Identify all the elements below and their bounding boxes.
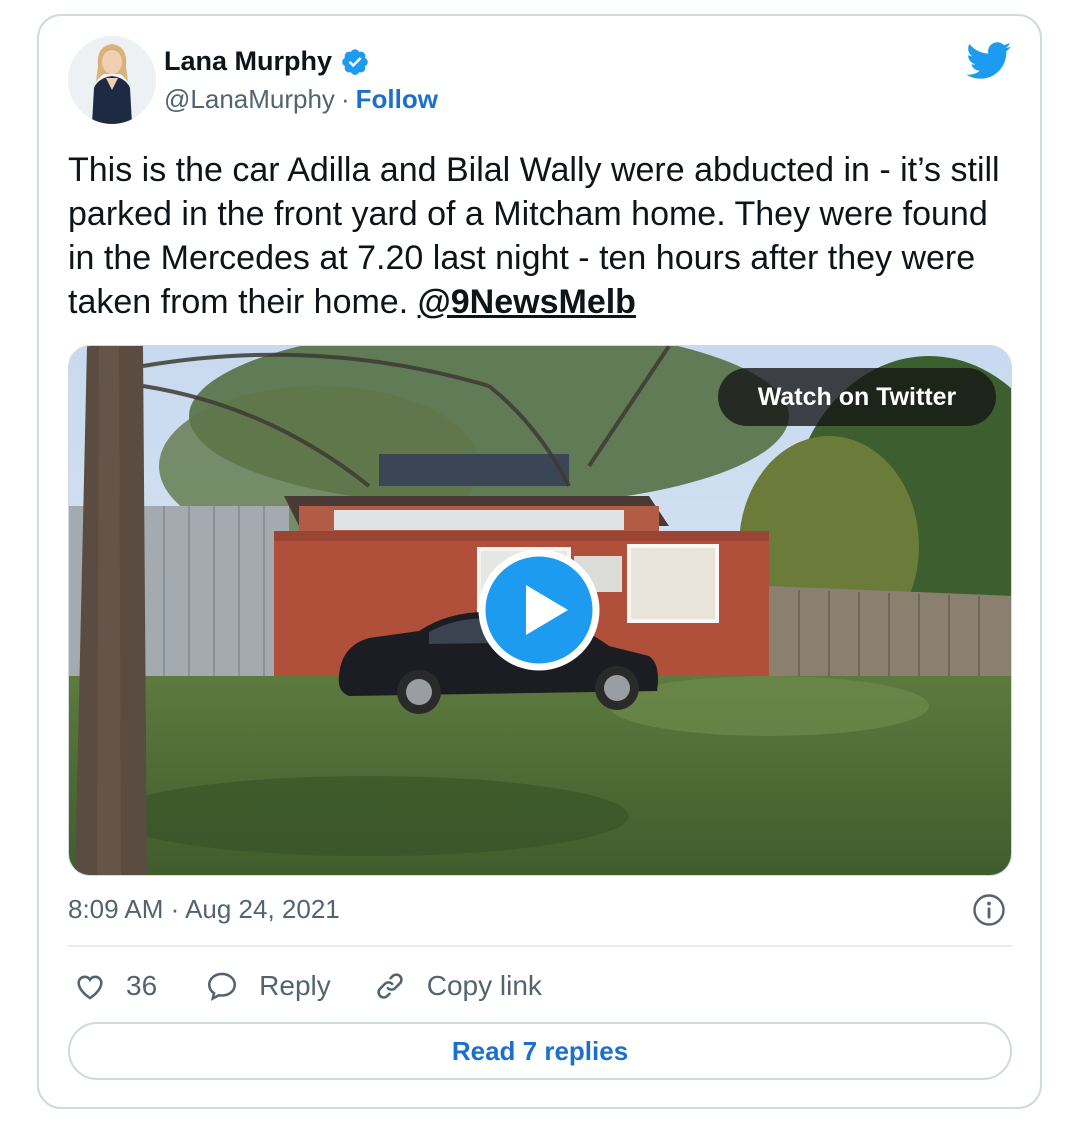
- tweet-text: This is the car Adilla and Bilal Wally w…: [68, 148, 1013, 324]
- watch-on-twitter-button[interactable]: Watch on Twitter: [718, 368, 996, 426]
- handle-separator: ·: [340, 84, 350, 114]
- tweet-timestamp[interactable]: 8:09 AM · Aug 24, 2021: [68, 894, 340, 925]
- avatar[interactable]: [68, 36, 156, 124]
- avatar-image: [68, 36, 156, 124]
- tweet-actions: 36 Reply Copy link: [72, 966, 542, 1006]
- verified-badge-icon: [342, 48, 368, 75]
- mention-link[interactable]: @9NewsMelb: [418, 283, 636, 321]
- link-icon: [377, 973, 403, 999]
- heart-icon: [77, 975, 103, 1000]
- reply-label: Reply: [259, 970, 331, 1001]
- follow-button[interactable]: Follow: [356, 84, 438, 115]
- author-name-row: Lana Murphy: [164, 46, 370, 77]
- author-name[interactable]: Lana Murphy: [164, 46, 332, 77]
- like-action[interactable]: 36: [72, 969, 157, 1003]
- info-icon[interactable]: [972, 893, 1006, 927]
- author-handle[interactable]: @LanaMurphy: [164, 84, 335, 115]
- divider: [68, 945, 1012, 947]
- copy-link-label: Copy link: [426, 970, 542, 1001]
- twitter-bird-icon[interactable]: [966, 42, 1012, 80]
- speech-bubble-icon: [208, 972, 237, 1001]
- copy-link-action[interactable]: Copy link: [373, 969, 542, 1003]
- reply-action[interactable]: Reply: [205, 969, 331, 1003]
- play-icon[interactable]: [478, 549, 600, 671]
- like-count: 36: [126, 970, 158, 1001]
- read-replies-button[interactable]: Read 7 replies: [68, 1022, 1012, 1080]
- author-handle-row: @LanaMurphy · Follow: [164, 84, 438, 115]
